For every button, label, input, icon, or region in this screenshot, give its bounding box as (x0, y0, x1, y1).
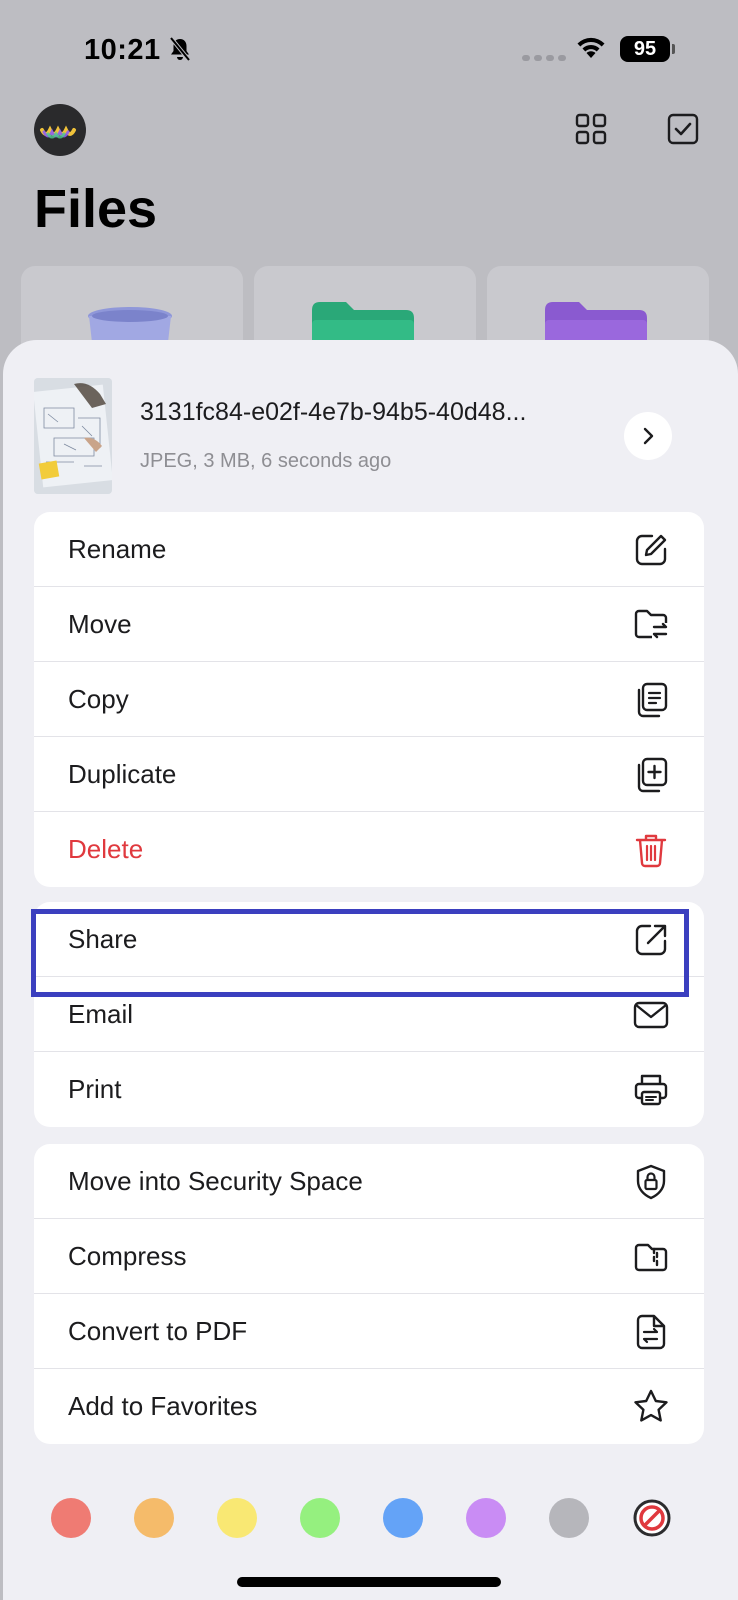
status-bar: 10:21 95 (0, 0, 738, 100)
file-name: 3131fc84-e02f-4e7b-94b5-40d48... (140, 398, 527, 426)
color-tag-row (0, 1498, 738, 1542)
menu-item-label: Duplicate (68, 759, 177, 789)
menu-item-move[interactable]: Move (34, 587, 704, 662)
printer-icon (634, 1074, 668, 1106)
menu-item-label: Compress (68, 1241, 187, 1271)
mail-icon (633, 1001, 669, 1029)
convert-pdf-icon (636, 1314, 666, 1350)
edit-icon (635, 534, 667, 566)
folder-move-icon (634, 609, 668, 639)
file-meta: JPEG, 3 MB, 6 seconds ago (140, 450, 392, 472)
color-tag-yellow[interactable] (217, 1498, 257, 1538)
color-tag-gray[interactable] (549, 1498, 589, 1538)
trash-icon (635, 834, 667, 868)
menu-item-label: Print (68, 1074, 122, 1104)
status-time: 10:21 (84, 34, 161, 66)
menu-group-edit: Rename Move Copy Duplicate Delete (34, 512, 704, 887)
file-details-button[interactable] (624, 412, 672, 460)
color-tag-purple[interactable] (466, 1498, 506, 1538)
avatar[interactable] (34, 104, 86, 156)
menu-item-print[interactable]: Print (34, 1052, 704, 1127)
color-tag-none[interactable] (632, 1498, 672, 1538)
select-checkbox-icon[interactable] (666, 112, 700, 146)
menu-item-rename[interactable]: Rename (34, 512, 704, 587)
menu-item-label: Move (68, 609, 132, 639)
menu-item-security-space[interactable]: Move into Security Space (34, 1144, 704, 1219)
no-color-icon (633, 1499, 671, 1537)
menu-item-label: Convert to PDF (68, 1316, 248, 1346)
duplicate-icon (637, 757, 668, 793)
bell-slash-icon (169, 36, 191, 62)
share-highlight-box (31, 909, 689, 997)
menu-group-more: Move into Security Space Compress Conver… (34, 1144, 704, 1444)
battery-tip (672, 44, 675, 54)
menu-item-label: Add to Favorites (68, 1391, 258, 1421)
menu-item-compress[interactable]: Compress (34, 1219, 704, 1294)
home-indicator[interactable] (237, 1577, 501, 1587)
star-icon (634, 1389, 668, 1422)
menu-item-favorites[interactable]: Add to Favorites (34, 1369, 704, 1444)
color-tag-green[interactable] (300, 1498, 340, 1538)
app-logo-icon (40, 125, 76, 139)
chevron-right-icon (643, 427, 654, 445)
shield-lock-icon (636, 1164, 666, 1200)
copy-icon (637, 682, 668, 718)
file-header: 3131fc84-e02f-4e7b-94b5-40d48... JPEG, 3… (34, 378, 714, 498)
menu-item-copy[interactable]: Copy (34, 662, 704, 737)
menu-item-convert-pdf[interactable]: Convert to PDF (34, 1294, 704, 1369)
menu-item-label: Rename (68, 534, 167, 564)
menu-item-label: Move into Security Space (68, 1166, 363, 1196)
color-tag-blue[interactable] (383, 1498, 423, 1538)
battery-indicator: 95 (620, 36, 670, 62)
grid-view-icon[interactable] (574, 112, 608, 146)
signal-icon (522, 55, 566, 61)
menu-item-duplicate[interactable]: Duplicate (34, 737, 704, 812)
wifi-icon (577, 37, 605, 58)
file-thumbnail (34, 378, 112, 494)
color-tag-red[interactable] (51, 1498, 91, 1538)
zip-icon (634, 1243, 668, 1272)
menu-item-label: Delete (68, 834, 144, 864)
color-tag-orange[interactable] (134, 1498, 174, 1538)
menu-item-label: Copy (68, 684, 129, 714)
page-title: Files (34, 179, 158, 239)
menu-item-delete[interactable]: Delete (34, 812, 704, 887)
